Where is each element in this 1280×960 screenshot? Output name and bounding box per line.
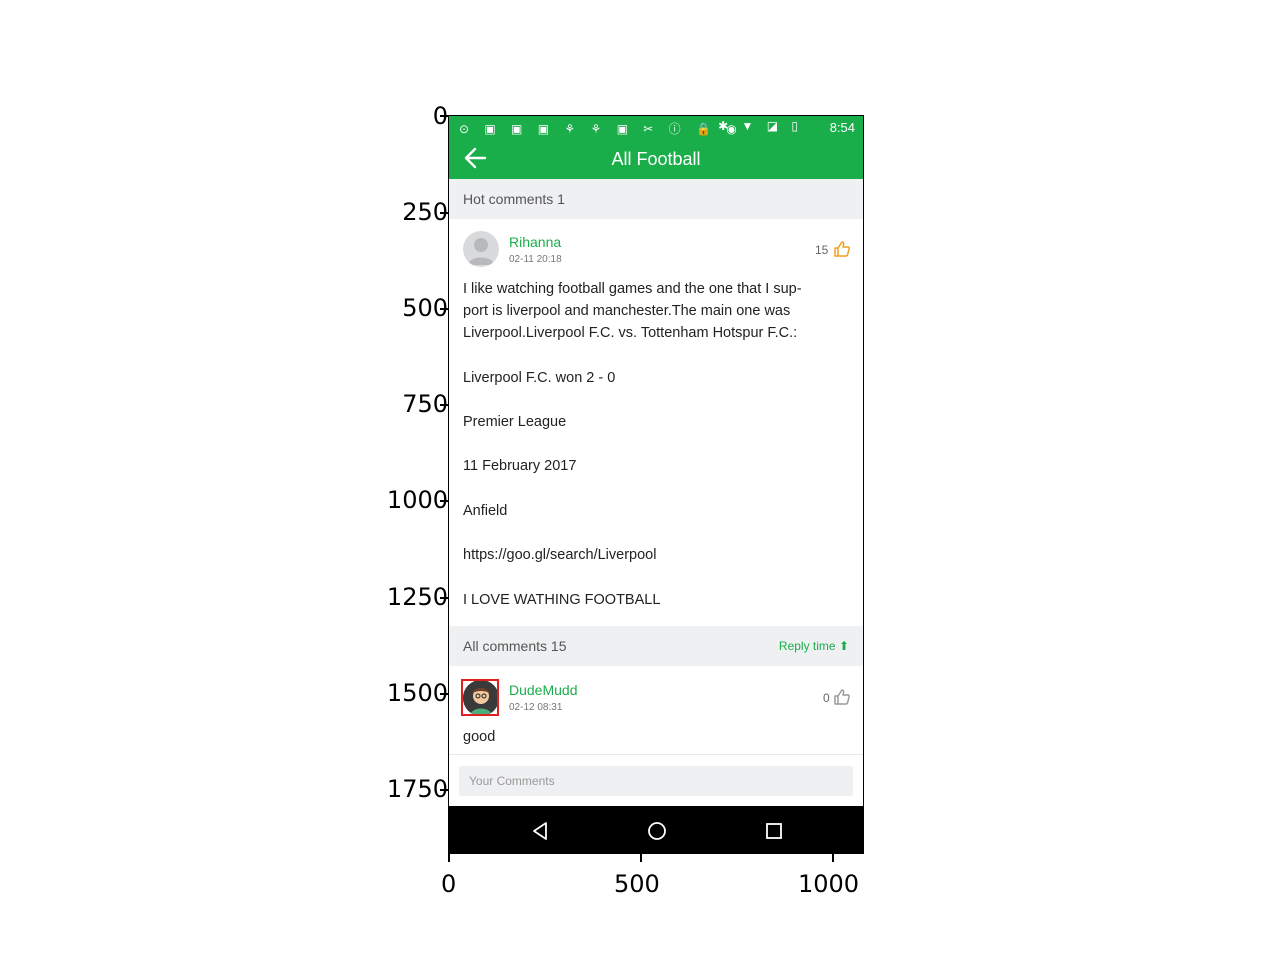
comment-text-line: Premier League [463,414,567,430]
sort-reply-time-button[interactable]: Reply time ⬆ [779,639,849,653]
y-tick-mark [440,597,448,599]
y-tick-mark [440,693,448,695]
comment-text-line: I LOVE WATHING FOOTBALL [463,592,661,608]
like-count: 15 [815,243,829,257]
hot-comments-label: Hot comments 1 [463,191,565,207]
sort-label: Reply time [778,639,836,653]
x-tick-mark [832,854,834,862]
system-status-icons: ✱ ▼ ◪ ▯ [718,119,803,133]
arrow-up-icon: ⬆ [838,639,849,653]
comment-date: 02-12 08:31 [509,702,563,713]
comment-text-line: Liverpool F.C. won 2 - 0 [463,370,616,386]
phone-screen: ⊙ ▣ ▣ ▣ ⚘ ⚘ ▣ ✂ ⓘ 🔒 ◉ ✱ ▼ ◪ ▯ 8:54 All F… [449,116,863,853]
screenshot-frame: ⊙ ▣ ▣ ▣ ⚘ ⚘ ▣ ✂ ⓘ 🔒 ◉ ✱ ▼ ◪ ▯ 8:54 All F… [448,115,864,854]
x-tick-mark [640,854,642,862]
comment-text-line: Anfield [463,503,508,519]
y-tick-mark [440,308,448,310]
comment-date: 02-11 20:18 [509,254,562,265]
y-tick-mark [440,500,448,502]
comment-input[interactable]: Your Comments [459,766,853,796]
comment-text-line: Liverpool.Liverpool F.C. vs. Tottenham H… [463,325,798,341]
like-count: 0 [823,691,830,705]
app-bar: All Football [449,138,863,179]
comment-text-line: I like watching football games and the o… [463,281,802,297]
comment-text: good [463,729,496,745]
divider [449,754,863,755]
status-bar: ⊙ ▣ ▣ ▣ ⚘ ⚘ ▣ ✂ ⓘ 🔒 ◉ ✱ ▼ ◪ ▯ 8:54 [449,116,863,138]
status-time: 8:54 [829,120,855,135]
comment-input-placeholder: Your Comments [469,774,555,788]
home-circle-icon[interactable] [646,820,668,842]
comment-text-line: port is liverpool and manchester.The mai… [463,303,791,319]
y-tick-mark [440,789,448,791]
x-tick-mark [448,854,450,862]
y-tick-label: 1000 [386,486,448,514]
all-comments-header: All comments 15 Reply time ⬆ [449,626,863,666]
y-tick-label: 1250 [386,583,448,611]
comment-username[interactable]: DudeMudd [509,682,578,698]
system-nav-bar [449,806,863,853]
thumbs-up-icon[interactable] [833,240,851,258]
comment-text-line: 11 February 2017 [463,458,577,474]
notification-icons: ⊙ ▣ ▣ ▣ ⚘ ⚘ ▣ ✂ ⓘ 🔒 ◉ [459,122,743,136]
comment-link[interactable]: https://goo.gl/search/Liverpool [463,547,656,563]
y-tick-label: 1500 [386,679,448,707]
hot-comments-header: Hot comments 1 [449,179,863,219]
all-comments-label: All comments 15 [463,638,567,654]
page-title: All Football [611,149,701,169]
x-tick-label: 1000 [798,870,860,898]
x-tick-label: 500 [614,870,660,898]
comment-username[interactable]: Rihanna [509,234,561,250]
default-user-icon [468,238,494,265]
y-tick-mark [440,404,448,406]
y-tick-mark [440,115,448,117]
thumbs-up-icon[interactable] [833,688,851,706]
recents-square-icon[interactable] [763,820,785,842]
back-triangle-icon[interactable] [529,820,551,842]
selection-highlight-box [461,679,499,716]
y-tick-label: 1750 [386,775,448,803]
avatar[interactable] [463,231,499,267]
y-tick-mark [440,212,448,214]
x-tick-label: 0 [441,870,457,898]
comment-input-bar: Your Comments [449,756,863,806]
